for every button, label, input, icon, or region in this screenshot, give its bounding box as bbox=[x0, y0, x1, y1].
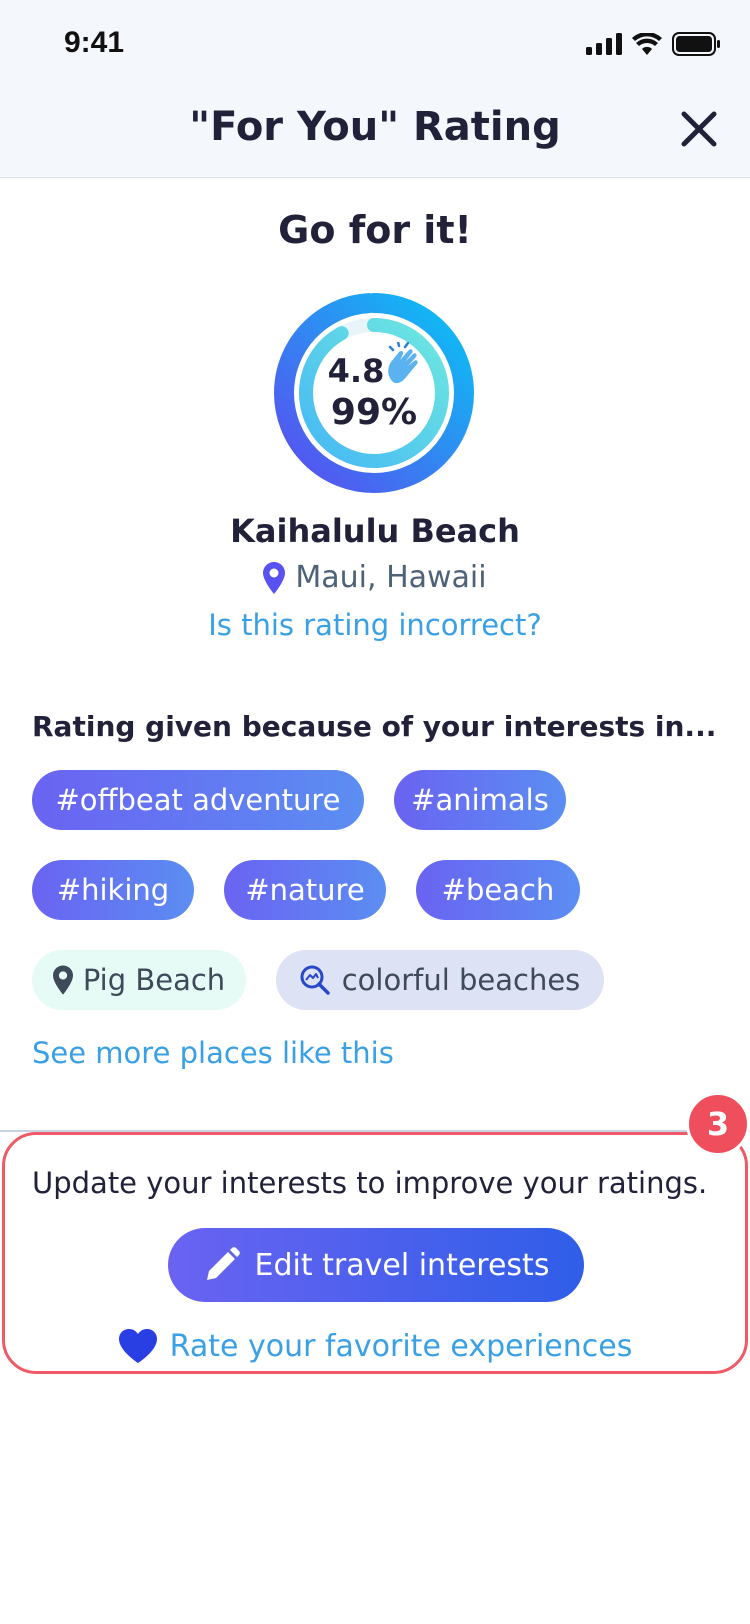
clapping-hands-icon bbox=[388, 342, 418, 384]
rate-experiences-link[interactable]: Rate your favorite experiences bbox=[0, 1328, 750, 1364]
interests-heading: Rating given because of your interests i… bbox=[32, 710, 717, 743]
search-term-chip[interactable]: colorful beaches bbox=[276, 950, 604, 1010]
interest-chip-beach[interactable]: #beach bbox=[416, 860, 580, 920]
wifi-icon bbox=[632, 33, 662, 55]
place-name: Kaihalulu Beach bbox=[230, 512, 520, 550]
update-interests-text: Update your interests to improve your ra… bbox=[32, 1166, 708, 1200]
pencil-icon bbox=[206, 1247, 240, 1280]
edit-travel-interests-label: Edit travel interests bbox=[254, 1247, 550, 1283]
see-more-link[interactable]: See more places like this bbox=[32, 1036, 394, 1070]
close-button[interactable] bbox=[676, 106, 722, 152]
interest-chip-nature[interactable]: #nature bbox=[224, 860, 386, 920]
place-location: Maui, Hawaii bbox=[0, 560, 750, 595]
verdict-heading: Go for it! bbox=[278, 208, 472, 252]
rating-ring: 4.8 99% bbox=[273, 292, 475, 494]
status-time: 9:41 bbox=[64, 26, 125, 59]
rating-score: 4.8 bbox=[327, 352, 385, 390]
location-pin-icon bbox=[52, 965, 73, 995]
location-pin-icon bbox=[263, 561, 286, 594]
step-badge: 3 bbox=[686, 1092, 750, 1156]
signal-icon bbox=[586, 33, 622, 55]
rating-percent: 99% bbox=[330, 392, 418, 433]
rate-experiences-label: Rate your favorite experiences bbox=[169, 1328, 633, 1364]
edit-travel-interests-button[interactable]: Edit travel interests bbox=[168, 1228, 584, 1302]
close-icon bbox=[681, 111, 717, 147]
interest-chip-offbeat-adventure[interactable]: #offbeat adventure bbox=[32, 770, 364, 830]
status-bar: 9:41 bbox=[0, 0, 750, 92]
heart-icon bbox=[118, 1329, 157, 1363]
battery-icon bbox=[672, 32, 720, 56]
interest-chip-animals[interactable]: #animals bbox=[394, 770, 566, 830]
report-incorrect-link[interactable]: Is this rating incorrect? bbox=[0, 608, 750, 642]
search-term-label: colorful beaches bbox=[341, 963, 581, 997]
similar-place-label: Pig Beach bbox=[82, 963, 226, 997]
interest-chip-hiking[interactable]: #hiking bbox=[32, 860, 194, 920]
place-location-text: Maui, Hawaii bbox=[295, 560, 487, 595]
header: "For You" Rating bbox=[0, 92, 750, 178]
image-search-icon bbox=[300, 965, 330, 995]
status-icons bbox=[586, 32, 720, 56]
similar-place-chip[interactable]: Pig Beach bbox=[32, 950, 246, 1010]
page-title: "For You" Rating bbox=[189, 104, 561, 150]
